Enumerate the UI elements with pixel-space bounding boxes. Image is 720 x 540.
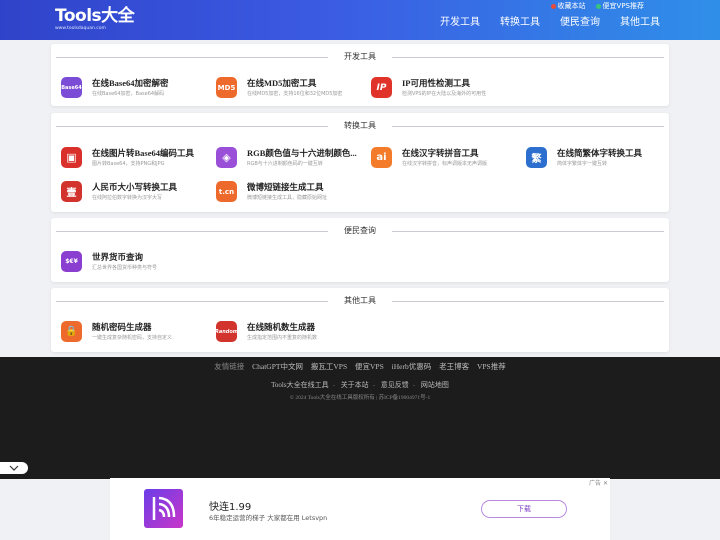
tool-card-weibo-link[interactable]: t.cn 微博短链接生成工具 微博短链接生成工具，隐藏原始网址 (206, 179, 356, 205)
logo-subtitle: www.toolsdaquan.com (55, 26, 106, 31)
tool-desc: 在线Base64加密，Base64解码 (92, 91, 165, 97)
tool-card-rgb-hex[interactable]: ◈ RGB颜色值与十六进制颜色... RGB与十六进制颜色码的一键互转 (206, 145, 357, 171)
tool-name: 在线Base64加密解密 (92, 78, 169, 88)
tool-name: 在线MD5加密工具 (247, 78, 317, 88)
footer-link-feedback[interactable]: 意见反馈 (381, 381, 409, 389)
site-logo[interactable]: Tools大全 www.toolsdaquan.com (55, 6, 135, 32)
friend-link[interactable]: iHerb优惠码 (392, 362, 432, 371)
tool-name: 在线简繁体字转换工具 (557, 148, 643, 158)
friend-link[interactable]: 老王博客 (439, 362, 469, 371)
tool-card-rmb[interactable]: 壹 人民币大小写转换工具 在线阿拉伯数字转换为汉字大写 (51, 179, 201, 205)
tool-desc: 图片转Base64，支持PNG和JPG (92, 161, 165, 167)
friend-link[interactable]: ChatGPT中文网 (252, 362, 303, 371)
top-links: 收藏本站 便宜VPS推荐 (550, 1, 644, 11)
section-title: 转换工具 (51, 121, 669, 131)
copyright: © 2024 Tools大全在线工具版权所有 | 苏ICP备19004971号-… (289, 395, 431, 401)
nav-other-tools[interactable]: 其他工具 (620, 13, 660, 28)
section-title: 便民查询 (51, 226, 669, 236)
tool-desc: 汇总世界各国货币种类与符号 (92, 265, 158, 271)
traditional-chinese-icon: 繁 (526, 147, 547, 168)
pinyin-icon: ai (371, 147, 392, 168)
password-lock-icon: 🔒 (61, 321, 82, 342)
ad-banner[interactable]: 广告 ✕ 快连1.99 6年稳定运营的梯子 大家都在用 Letsvpn 下载 (110, 478, 610, 540)
footer-link-home[interactable]: Tools大全在线工具 (271, 381, 328, 389)
nav-lookup[interactable]: 便民查询 (560, 13, 600, 28)
ad-title: 快连1.99 (209, 502, 252, 513)
section-lookup: 便民查询 $€¥ 世界货币查询 汇总世界各国货币种类与符号 (51, 218, 669, 282)
tool-card-random[interactable]: Random 在线随机数生成器 生成指定范围内不重复的随机数 (206, 319, 356, 345)
ip-icon: IP (371, 77, 392, 98)
chevron-down-icon (9, 465, 19, 471)
tool-desc: 在线汉字转拼音，标声调版本无声调版 (402, 161, 488, 167)
friend-links-label: 友情链接 (214, 362, 245, 371)
section-dev-tools: 开发工具 Base64 在线Base64加密解密 在线Base64加密，Base… (51, 44, 669, 106)
image-base64-icon: ▣ (61, 147, 82, 168)
bookmark-link[interactable]: 收藏本站 (550, 1, 586, 11)
tool-card-password[interactable]: 🔒 随机密码生成器 一键生成复杂随机密码，支持自定义 (51, 319, 201, 345)
tool-desc: 简体字繁体字一键互转 (557, 161, 608, 167)
tool-card-md5[interactable]: MD5 在线MD5加密工具 在线MD5加密，支持16位和32位MD5加密 (206, 75, 356, 101)
tool-desc: 微博短链接生成工具，隐藏原始网址 (247, 195, 328, 201)
tool-card-currency[interactable]: $€¥ 世界货币查询 汇总世界各国货币种类与符号 (51, 249, 201, 275)
tool-name: 人民币大小写转换工具 (92, 182, 178, 192)
tool-desc: 一键生成复杂随机密码，支持自定义 (92, 335, 173, 341)
tool-desc: 在线MD5加密，支持16位和32位MD5加密 (247, 91, 343, 97)
md5-icon: MD5 (216, 77, 237, 98)
vps-link[interactable]: 便宜VPS推荐 (595, 1, 644, 11)
section-convert-tools: 转换工具 ▣ 在线图片转Base64编码工具 图片转Base64，支持PNG和J… (51, 113, 669, 212)
footer-link-sitemap[interactable]: 网站地图 (421, 381, 449, 389)
tool-card-pinyin[interactable]: ai 在线汉字转拼音工具 在线汉字转拼音，标声调版本无声调版 (361, 145, 511, 171)
site-footer: 友情链接 ChatGPT中文网 搬瓦工VPS 便宜VPS iHerb优惠码 老王… (0, 357, 720, 479)
palette-icon: ◈ (216, 147, 237, 168)
friend-links: 友情链接 ChatGPT中文网 搬瓦工VPS 便宜VPS iHerb优惠码 老王… (0, 361, 720, 372)
vps-icon (595, 3, 601, 9)
ad-label: 广告 ✕ (589, 480, 608, 487)
rmb-icon: 壹 (61, 181, 82, 202)
collapse-toggle[interactable] (0, 462, 28, 474)
weibo-link-icon: t.cn (216, 181, 237, 202)
tool-name: 世界货币查询 (92, 252, 144, 262)
tool-name: 随机密码生成器 (92, 322, 152, 332)
tool-name: 在线汉字转拼音工具 (402, 148, 479, 158)
friend-link[interactable]: VPS推荐 (477, 362, 506, 371)
tool-name: IP可用性检测工具 (402, 78, 471, 88)
base64-icon: Base64 (61, 77, 82, 98)
logo-text: Tools大全 (55, 6, 135, 26)
tool-card-base64[interactable]: Base64 在线Base64加密解密 在线Base64加密，Base64解码 (51, 75, 201, 101)
tool-card-image-base64[interactable]: ▣ 在线图片转Base64编码工具 图片转Base64，支持PNG和JPG (51, 145, 201, 171)
currency-icon: $€¥ (61, 251, 82, 272)
tool-desc: RGB与十六进制颜色码的一键互转 (247, 161, 323, 167)
random-icon: Random (216, 321, 237, 342)
tool-desc: 检测VPS的IP在大陆以及海外的可用性 (402, 91, 487, 97)
friend-link[interactable]: 便宜VPS (355, 362, 384, 371)
tool-desc: 在线阿拉伯数字转换为汉字大写 (92, 195, 163, 201)
section-title: 其他工具 (51, 296, 669, 306)
ad-subtitle: 6年稳定运营的梯子 大家都在用 Letsvpn (209, 514, 328, 522)
ad-app-logo (144, 489, 183, 528)
tool-name: 在线随机数生成器 (247, 322, 316, 332)
tool-card-ip[interactable]: IP IP可用性检测工具 检测VPS的IP在大陆以及海外的可用性 (361, 75, 511, 101)
nav-convert-tools[interactable]: 转换工具 (500, 13, 540, 28)
ad-download-button[interactable]: 下载 (481, 500, 567, 518)
tool-name: 在线图片转Base64编码工具 (92, 148, 195, 158)
nav-dev-tools[interactable]: 开发工具 (440, 13, 480, 28)
main-nav: 开发工具 转换工具 便民查询 其他工具 (440, 13, 660, 28)
section-other-tools: 其他工具 🔒 随机密码生成器 一键生成复杂随机密码，支持自定义 Random 在… (51, 288, 669, 352)
tool-name: 微博短链接生成工具 (247, 182, 324, 192)
tool-name: RGB颜色值与十六进制颜色... (247, 148, 357, 158)
tool-desc: 生成指定范围内不重复的随机数 (247, 335, 318, 341)
tool-card-traditional[interactable]: 繁 在线简繁体字转换工具 简体字繁体字一键互转 (516, 145, 666, 171)
site-header: Tools大全 www.toolsdaquan.com 收藏本站 便宜VPS推荐… (0, 0, 720, 40)
friend-link[interactable]: 搬瓦工VPS (311, 362, 347, 371)
footer-links: Tools大全在线工具 - 关于本站 - 意见反馈 - 网站地图 (271, 381, 449, 389)
footer-link-about[interactable]: 关于本站 (341, 381, 369, 389)
heart-icon (550, 3, 556, 9)
section-title: 开发工具 (51, 52, 669, 62)
